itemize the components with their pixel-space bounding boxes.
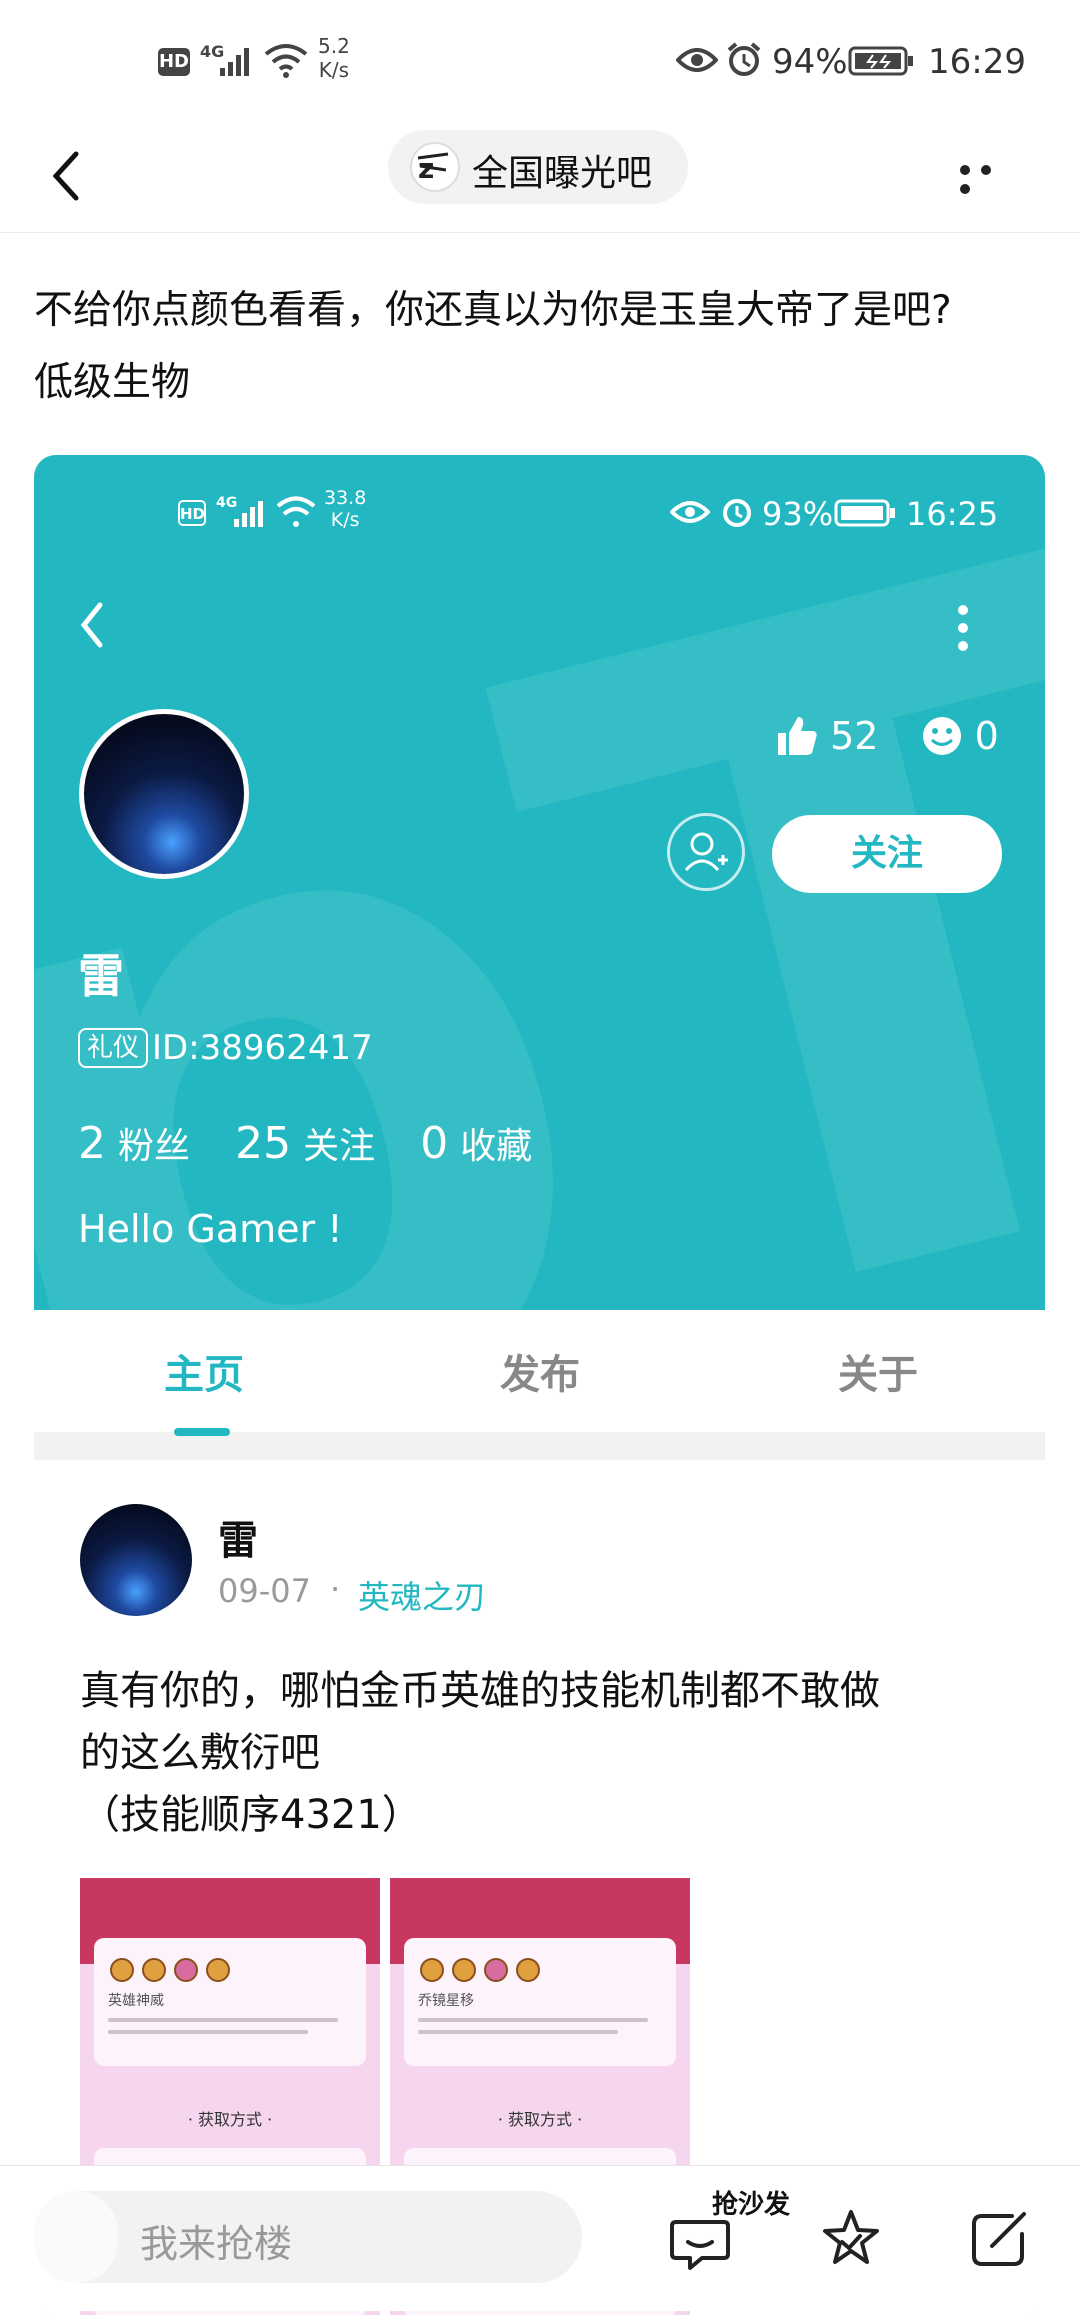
user-id: ID:38962417 xyxy=(152,1028,373,1068)
author-avatar[interactable] xyxy=(80,1504,192,1616)
more-options-button[interactable] xyxy=(958,605,970,655)
thumbs-up-icon xyxy=(778,717,817,755)
post-text: 不给你点颜色看看，你还真以为你是玉皇大帝了是吧? 低级生物 xyxy=(34,275,1044,419)
back-button[interactable] xyxy=(46,140,86,212)
game-tag[interactable]: 英魂之刃 xyxy=(358,1572,486,1618)
tab-posts[interactable]: 发布 xyxy=(500,1342,580,1400)
user-avatar-placeholder xyxy=(34,2191,118,2283)
etiquette-badge: 礼仪 xyxy=(78,1028,148,1068)
clock: 16:29 xyxy=(928,42,1026,82)
favorites-label: 收藏 xyxy=(460,1126,533,1167)
likes-count: 52 xyxy=(830,714,879,758)
comment-button[interactable] xyxy=(668,2212,732,2276)
hd-icon: HD xyxy=(158,48,190,76)
fans-count[interactable]: 2 xyxy=(78,1118,106,1169)
thumb-title: 英雄神威 xyxy=(108,1993,164,2009)
forum-avatar: z xyxy=(410,142,460,192)
chevron-left-icon xyxy=(80,602,103,648)
back-button[interactable] xyxy=(74,595,110,659)
body-line: 的这么敷衍吧 xyxy=(80,1730,320,1776)
thumb-get-method: · 获取方式 · xyxy=(497,2110,583,2129)
smiley-icon xyxy=(922,717,961,755)
battery-icon xyxy=(848,46,914,80)
comment-icon xyxy=(670,2220,730,2270)
chevron-left-icon xyxy=(52,151,79,201)
share-icon xyxy=(972,2212,1026,2266)
net-speed: 33.8 K/s xyxy=(324,487,367,531)
profile-stats: 2 粉丝 25 关注 0 收藏 xyxy=(78,1117,572,1169)
battery-icon xyxy=(834,499,896,531)
separator-dot: · xyxy=(330,1570,341,1608)
battery-percent: 94% xyxy=(772,42,848,82)
grab-sofa-label: 抢沙发 xyxy=(712,2190,791,2220)
more-options-button[interactable] xyxy=(960,160,1020,194)
clock: 16:25 xyxy=(906,495,999,533)
status-bar: HD 4G 5.2 K/s 94% 16:29 xyxy=(158,34,1026,84)
post-image[interactable]: pTa HD 4G 33.8 K/s 93% 16:25 52 0 关注 雷 礼… xyxy=(34,455,1045,2315)
eye-icon xyxy=(675,46,719,78)
top-nav: z 全国曝光吧 xyxy=(0,120,1080,233)
net-speed: 5.2 K/s xyxy=(318,34,350,82)
thumb-title: 乔镜星移 xyxy=(418,1993,474,2009)
share-button[interactable] xyxy=(968,2208,1030,2274)
reply-placeholder: 我来抢楼 xyxy=(140,2222,293,2266)
add-friend-button[interactable] xyxy=(667,813,745,891)
author-name[interactable]: 雷 xyxy=(218,1508,258,1566)
eye-icon xyxy=(669,499,711,529)
thumb-get-method: · 获取方式 · xyxy=(187,2110,273,2129)
favorite-button[interactable] xyxy=(818,2206,884,2276)
smiles-count: 0 xyxy=(974,714,999,758)
body-line: （技能顺序4321） xyxy=(80,1792,422,1838)
bottom-action-bar: 我来抢楼 抢沙发 xyxy=(0,2165,1080,2311)
following-count[interactable]: 25 xyxy=(235,1118,291,1169)
likes-stat: 52 0 xyxy=(774,713,999,758)
forum-title-pill[interactable]: z 全国曝光吧 xyxy=(388,130,688,204)
forum-title: 全国曝光吧 xyxy=(472,153,653,194)
star-icon xyxy=(823,2210,879,2264)
profile-bio: Hello Gamer ! xyxy=(78,1207,343,1251)
post-text-line: 不给你点颜色看看，你还真以为你是玉皇大帝了是吧? xyxy=(34,288,952,333)
alarm-icon xyxy=(720,495,754,533)
active-tab-indicator xyxy=(174,1428,230,1436)
tab-home[interactable]: 主页 xyxy=(164,1342,244,1400)
reply-input[interactable]: 我来抢楼 xyxy=(34,2191,582,2283)
alarm-icon xyxy=(726,42,762,82)
post-text-line: 低级生物 xyxy=(34,360,191,405)
profile-tabs: 主页 发布 关于 xyxy=(34,1310,1045,1436)
fans-label: 粉丝 xyxy=(118,1126,191,1167)
favorites-count[interactable]: 0 xyxy=(420,1118,448,1169)
follow-button[interactable]: 关注 xyxy=(772,815,1002,893)
hd-icon: HD xyxy=(178,500,206,526)
tab-about[interactable]: 关于 xyxy=(838,1342,918,1400)
profile-header: pTa HD 4G 33.8 K/s 93% 16:25 52 0 关注 雷 礼… xyxy=(34,455,1045,1310)
add-user-icon xyxy=(684,832,728,872)
profile-name: 雷 xyxy=(78,949,124,1003)
battery-percent: 93% xyxy=(762,495,834,533)
body-line: 真有你的，哪怕金币英雄的技能机制都不敢做 xyxy=(80,1668,880,1714)
post-date: 09-07 xyxy=(218,1572,311,1610)
wifi-icon xyxy=(262,40,310,84)
wifi-icon xyxy=(274,493,318,535)
following-label: 关注 xyxy=(303,1126,376,1167)
feed-item-body: 真有你的，哪怕金币英雄的技能机制都不敢做 的这么敷衍吧 （技能顺序4321） xyxy=(80,1660,1000,1846)
avatar[interactable] xyxy=(79,709,249,879)
